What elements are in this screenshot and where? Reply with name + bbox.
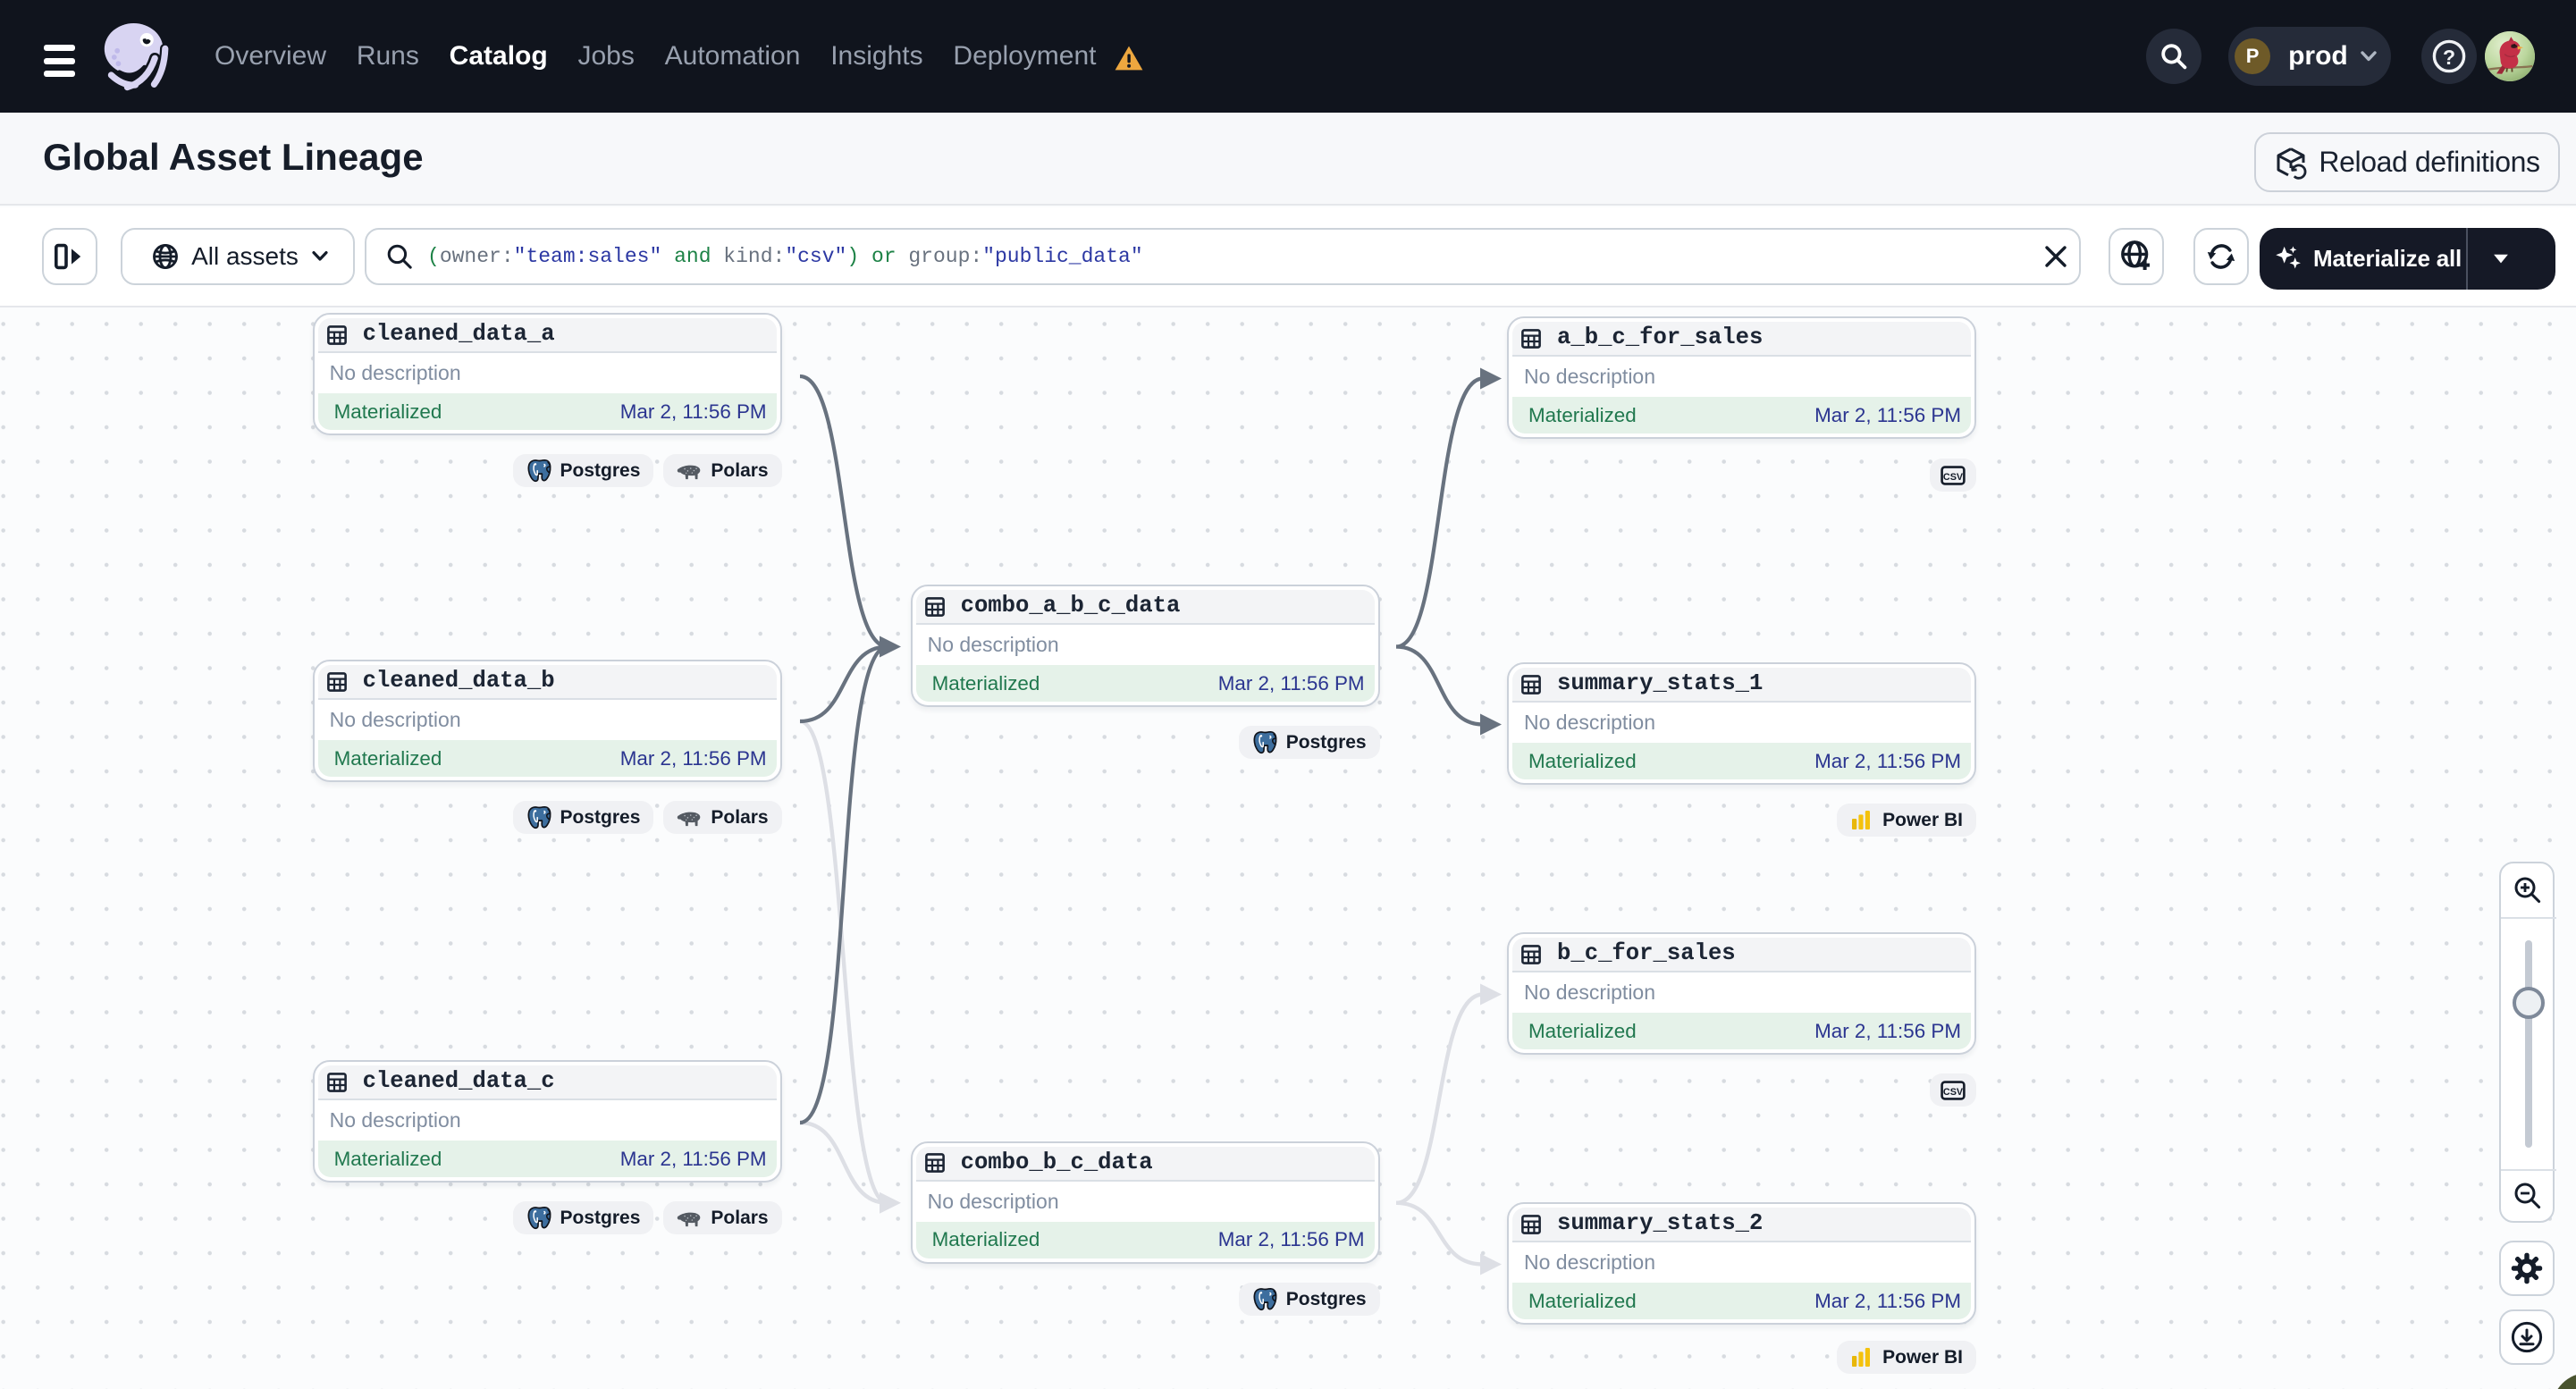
svg-text:CSV: CSV <box>1943 471 1964 482</box>
svg-text:CSV: CSV <box>1943 1086 1964 1097</box>
